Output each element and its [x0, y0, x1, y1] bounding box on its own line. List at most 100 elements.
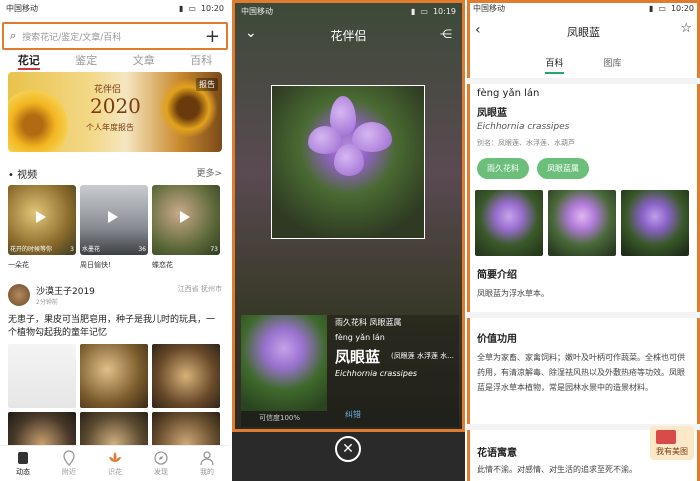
post-author[interactable]: 沙漠王子2019 2分钟前 江西省 抚州市: [8, 284, 222, 308]
search-bar[interactable]: ⌕ 搜索花记/鉴定/文章/百科 +: [2, 22, 228, 50]
plant-image[interactable]: [475, 190, 543, 256]
encyclopedia-panel: 中国移动 ▮ ▭ 10:20 ‹ 凤眼蓝 ☆ 百科 图库 fèng yǎn lán …: [467, 0, 700, 481]
search-input[interactable]: 搜索花记/鉴定/文章/百科: [22, 30, 121, 43]
time-label: 10:20: [200, 3, 224, 13]
play-icon: [108, 211, 118, 223]
video-caption: 水墨花: [82, 246, 101, 253]
video-label: 周日愉快!: [80, 261, 111, 269]
location-icon: [63, 450, 75, 466]
post-image[interactable]: [80, 344, 148, 408]
tab-identify[interactable]: 鉴定: [75, 52, 97, 70]
video-count: 73: [210, 246, 218, 253]
search-icon: ⌕: [10, 29, 17, 42]
genus-tag[interactable]: 凤眼蓝属: [537, 158, 589, 179]
scan-frame: [271, 85, 425, 239]
intro-text: 凤眼蓝为浮水草本。: [477, 289, 549, 298]
video-labels: 一朵花 周日愉快! 蝶恋花: [8, 260, 220, 270]
upload-photo-badge[interactable]: 我有美图: [650, 426, 694, 460]
tab-articles[interactable]: 文章: [133, 52, 155, 70]
add-icon[interactable]: +: [205, 26, 220, 47]
nav-label: 动态: [16, 468, 30, 476]
battery-icon: ▭: [188, 3, 196, 13]
value-title: 价值功用: [477, 334, 517, 345]
flower-petal: [334, 144, 364, 176]
plant-name: 凤眼蓝: [477, 108, 507, 119]
page-title: 花伴侣: [330, 29, 367, 43]
post-location: 江西省 抚州市: [177, 285, 222, 293]
flower-language-text: 此情不渝。对感情、对生活的追求至死不渝。: [477, 465, 637, 474]
result-pinyin: fèng yǎn lán: [335, 333, 385, 342]
plant-latin: Eichhornia crassipes: [477, 122, 570, 132]
play-icon: [36, 211, 46, 223]
tab-notes[interactable]: 花记: [17, 52, 40, 70]
divider: [467, 78, 700, 84]
time-label: 10:19: [432, 6, 456, 16]
nav-discover[interactable]: 发现: [141, 450, 181, 477]
tab-encyclopedia[interactable]: 百科: [190, 52, 212, 70]
feed-panel: 中国移动 ▮ ▭ 10:20 ⌕ 搜索花记/鉴定/文章/百科 + 花记 鉴定 文章 …: [0, 0, 230, 481]
detail-tabs: 百科 图库: [467, 56, 700, 74]
status-bar: 中国移动 ▮ ▭ 10:20: [0, 0, 230, 16]
nav-profile[interactable]: 我的: [187, 450, 227, 477]
post-image[interactable]: [152, 344, 220, 408]
result-card[interactable]: 可信度100% 雨久花科 凤眼蓝属 fèng yǎn lán 凤眼蓝 (凤眼莲 …: [241, 315, 459, 427]
family-tag[interactable]: 雨久花科: [477, 158, 529, 179]
page-title: 凤眼蓝: [567, 26, 600, 39]
star-icon[interactable]: ☆: [680, 21, 692, 36]
plant-pinyin: fèng yǎn lán: [477, 88, 540, 99]
videos-title: • 视频: [8, 170, 38, 181]
banner-year: 2020: [90, 94, 141, 118]
video-label: 蝶恋花: [152, 261, 173, 269]
author-name[interactable]: 沙漠王子2019: [36, 284, 95, 297]
badge-label: 我有美图: [656, 447, 688, 456]
result-latin: Eichhornia crassipes: [335, 369, 418, 378]
nav-identify[interactable]: 识花: [95, 450, 135, 477]
plant-alias: 别名：凤眼莲、水浮莲、水葫芦: [477, 139, 575, 147]
plant-image[interactable]: [621, 190, 689, 256]
tab-gallery[interactable]: 图库: [604, 56, 622, 74]
annual-report-banner[interactable]: 花伴侣 2020 个人年度报告 报告: [8, 72, 222, 152]
nav-label: 我的: [200, 468, 214, 476]
user-icon: [200, 451, 214, 466]
status-bar: 中国移动 ▮ ▭ 10:19: [235, 3, 462, 19]
nav-label: 识花: [108, 468, 122, 476]
confidence-label: 可信度100%: [259, 414, 301, 422]
post-text[interactable]: 无患子，果皮可当肥皂用，种子是我儿时的玩具，一个植物勾起我的童年记忆: [8, 314, 222, 340]
signal-icon: ▮: [178, 3, 184, 13]
bottom-nav: 动态 附近 识花 发现 我的: [0, 445, 230, 481]
plant-image[interactable]: [548, 190, 616, 256]
flower-language-title: 花语寓意: [477, 448, 517, 459]
close-button[interactable]: ✕: [335, 436, 361, 462]
report-badge: 报告: [196, 78, 218, 91]
compass-icon: [154, 451, 168, 465]
value-text: 全草为家畜、家禽饲料；嫩叶及叶柄可作蔬菜。全株也可供药用，有清凉解毒、除湿祛风热…: [477, 353, 685, 392]
carrier-label: 中国移动: [6, 3, 38, 13]
correct-link[interactable]: 纠错: [345, 409, 361, 420]
video-card[interactable]: 水墨花 36: [80, 185, 148, 255]
videos-header: • 视频 更多>: [8, 166, 222, 181]
divider: [467, 312, 700, 318]
carrier-label: 中国移动: [241, 6, 273, 16]
share-icon[interactable]: ⋲: [440, 27, 452, 41]
video-label: 一朵花: [8, 261, 29, 269]
result-name: 凤眼蓝: [335, 348, 381, 366]
videos-more-link[interactable]: 更多>: [196, 166, 222, 181]
nav-label: 发现: [154, 468, 168, 476]
battery-icon: ▭: [420, 6, 428, 16]
nav-nearby[interactable]: 附近: [49, 450, 89, 477]
tab-encyclopedia[interactable]: 百科: [545, 56, 564, 74]
nav-feed[interactable]: 动态: [3, 450, 43, 477]
video-list: 花开的时候等你 3 水墨花 36 73: [8, 185, 220, 255]
post-image[interactable]: [8, 344, 76, 408]
plant-images: [475, 190, 689, 256]
post-time: 2分钟前: [36, 299, 58, 306]
signal-icon: ▮: [410, 6, 416, 16]
video-card[interactable]: 73: [152, 185, 220, 255]
result-family: 雨久花科 凤眼蓝属: [335, 318, 402, 327]
video-caption: 花开的时候等你: [10, 246, 53, 253]
avatar[interactable]: [8, 284, 30, 306]
play-icon: [180, 211, 190, 223]
camera-view: 中国移动 ▮ ▭ 10:19 ⌄ 花伴侣 ⋲ 可信度100% 雨久花科 凤眼蓝属 f…: [232, 0, 465, 432]
taxonomy-tags: 雨久花科 凤眼蓝属: [477, 158, 589, 179]
video-card[interactable]: 花开的时候等你 3: [8, 185, 76, 255]
